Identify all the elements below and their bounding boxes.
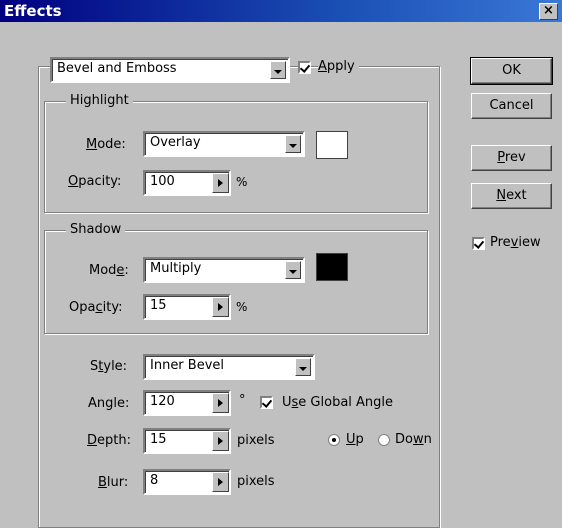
- preview-checkbox[interactable]: [472, 237, 485, 250]
- cancel-button[interactable]: Cancel: [471, 93, 552, 119]
- direction-down-label: Down: [395, 432, 432, 447]
- effects-dialog: Effects × Bevel and Emboss Apply OK Canc…: [0, 0, 562, 528]
- chevron-down-icon[interactable]: [285, 261, 301, 279]
- close-button[interactable]: ×: [539, 3, 558, 20]
- highlight-color-swatch[interactable]: [316, 131, 348, 159]
- global-angle-label: Use Global Angle: [282, 395, 394, 410]
- angle-label: Angle:: [88, 396, 130, 411]
- depth-slider-arrow-icon[interactable]: [212, 431, 229, 451]
- apply-label: Apply: [318, 59, 359, 74]
- style-select[interactable]: Inner Bevel: [143, 354, 315, 380]
- prev-button[interactable]: Prev: [471, 145, 552, 171]
- next-button[interactable]: Next: [471, 183, 552, 209]
- chevron-down-icon[interactable]: [270, 61, 286, 79]
- angle-value: 120: [150, 394, 175, 409]
- highlight-legend: Highlight: [66, 93, 133, 108]
- window-title: Effects: [4, 2, 62, 20]
- shadow-opacity-unit: %: [236, 300, 248, 314]
- style-label: Style:: [90, 359, 128, 374]
- depth-unit: pixels: [237, 433, 275, 448]
- ok-button[interactable]: OK: [470, 57, 553, 85]
- highlight-mode-label: Mode:: [86, 137, 126, 152]
- highlight-opacity-unit: %: [236, 175, 248, 189]
- apply-checkbox[interactable]: [298, 61, 311, 74]
- shadow-mode-label: Mode:: [89, 263, 129, 278]
- blur-unit: pixels: [237, 474, 275, 489]
- highlight-opacity-slider-arrow-icon[interactable]: [212, 173, 229, 193]
- highlight-group: [44, 101, 428, 213]
- shadow-opacity-value: 15: [150, 298, 167, 313]
- depth-label: Depth:: [87, 433, 131, 448]
- blur-slider-arrow-icon[interactable]: [212, 472, 229, 492]
- effect-select-value: Bevel and Emboss: [57, 61, 177, 76]
- shadow-opacity-label: Opacity:: [69, 300, 123, 315]
- shadow-opacity-slider-arrow-icon[interactable]: [212, 297, 229, 317]
- chevron-down-icon[interactable]: [295, 358, 311, 376]
- blur-value: 8: [150, 473, 159, 488]
- preview-label: Preview: [490, 235, 541, 250]
- global-angle-checkbox[interactable]: [260, 396, 273, 409]
- highlight-mode-select[interactable]: Overlay: [143, 131, 305, 157]
- effect-select[interactable]: Bevel and Emboss: [50, 57, 290, 83]
- direction-up-label: Up: [346, 432, 364, 447]
- shadow-mode-select[interactable]: Multiply: [143, 257, 305, 283]
- chevron-down-icon[interactable]: [285, 135, 301, 153]
- direction-down-radio[interactable]: [378, 434, 390, 446]
- close-icon: ×: [543, 3, 554, 18]
- direction-up-radio[interactable]: [328, 434, 340, 446]
- depth-value: 15: [150, 432, 167, 447]
- shadow-mode-value: Multiply: [150, 261, 202, 276]
- highlight-opacity-value: 100: [150, 174, 175, 189]
- shadow-legend: Shadow: [66, 222, 126, 237]
- angle-unit: °: [239, 393, 246, 408]
- angle-slider-arrow-icon[interactable]: [212, 393, 229, 413]
- highlight-opacity-label: Opacity:: [68, 174, 122, 189]
- highlight-mode-value: Overlay: [150, 135, 201, 150]
- style-value: Inner Bevel: [150, 358, 225, 373]
- title-bar: Effects ×: [0, 0, 562, 22]
- shadow-color-swatch[interactable]: [316, 253, 348, 281]
- blur-label: Blur:: [98, 475, 129, 490]
